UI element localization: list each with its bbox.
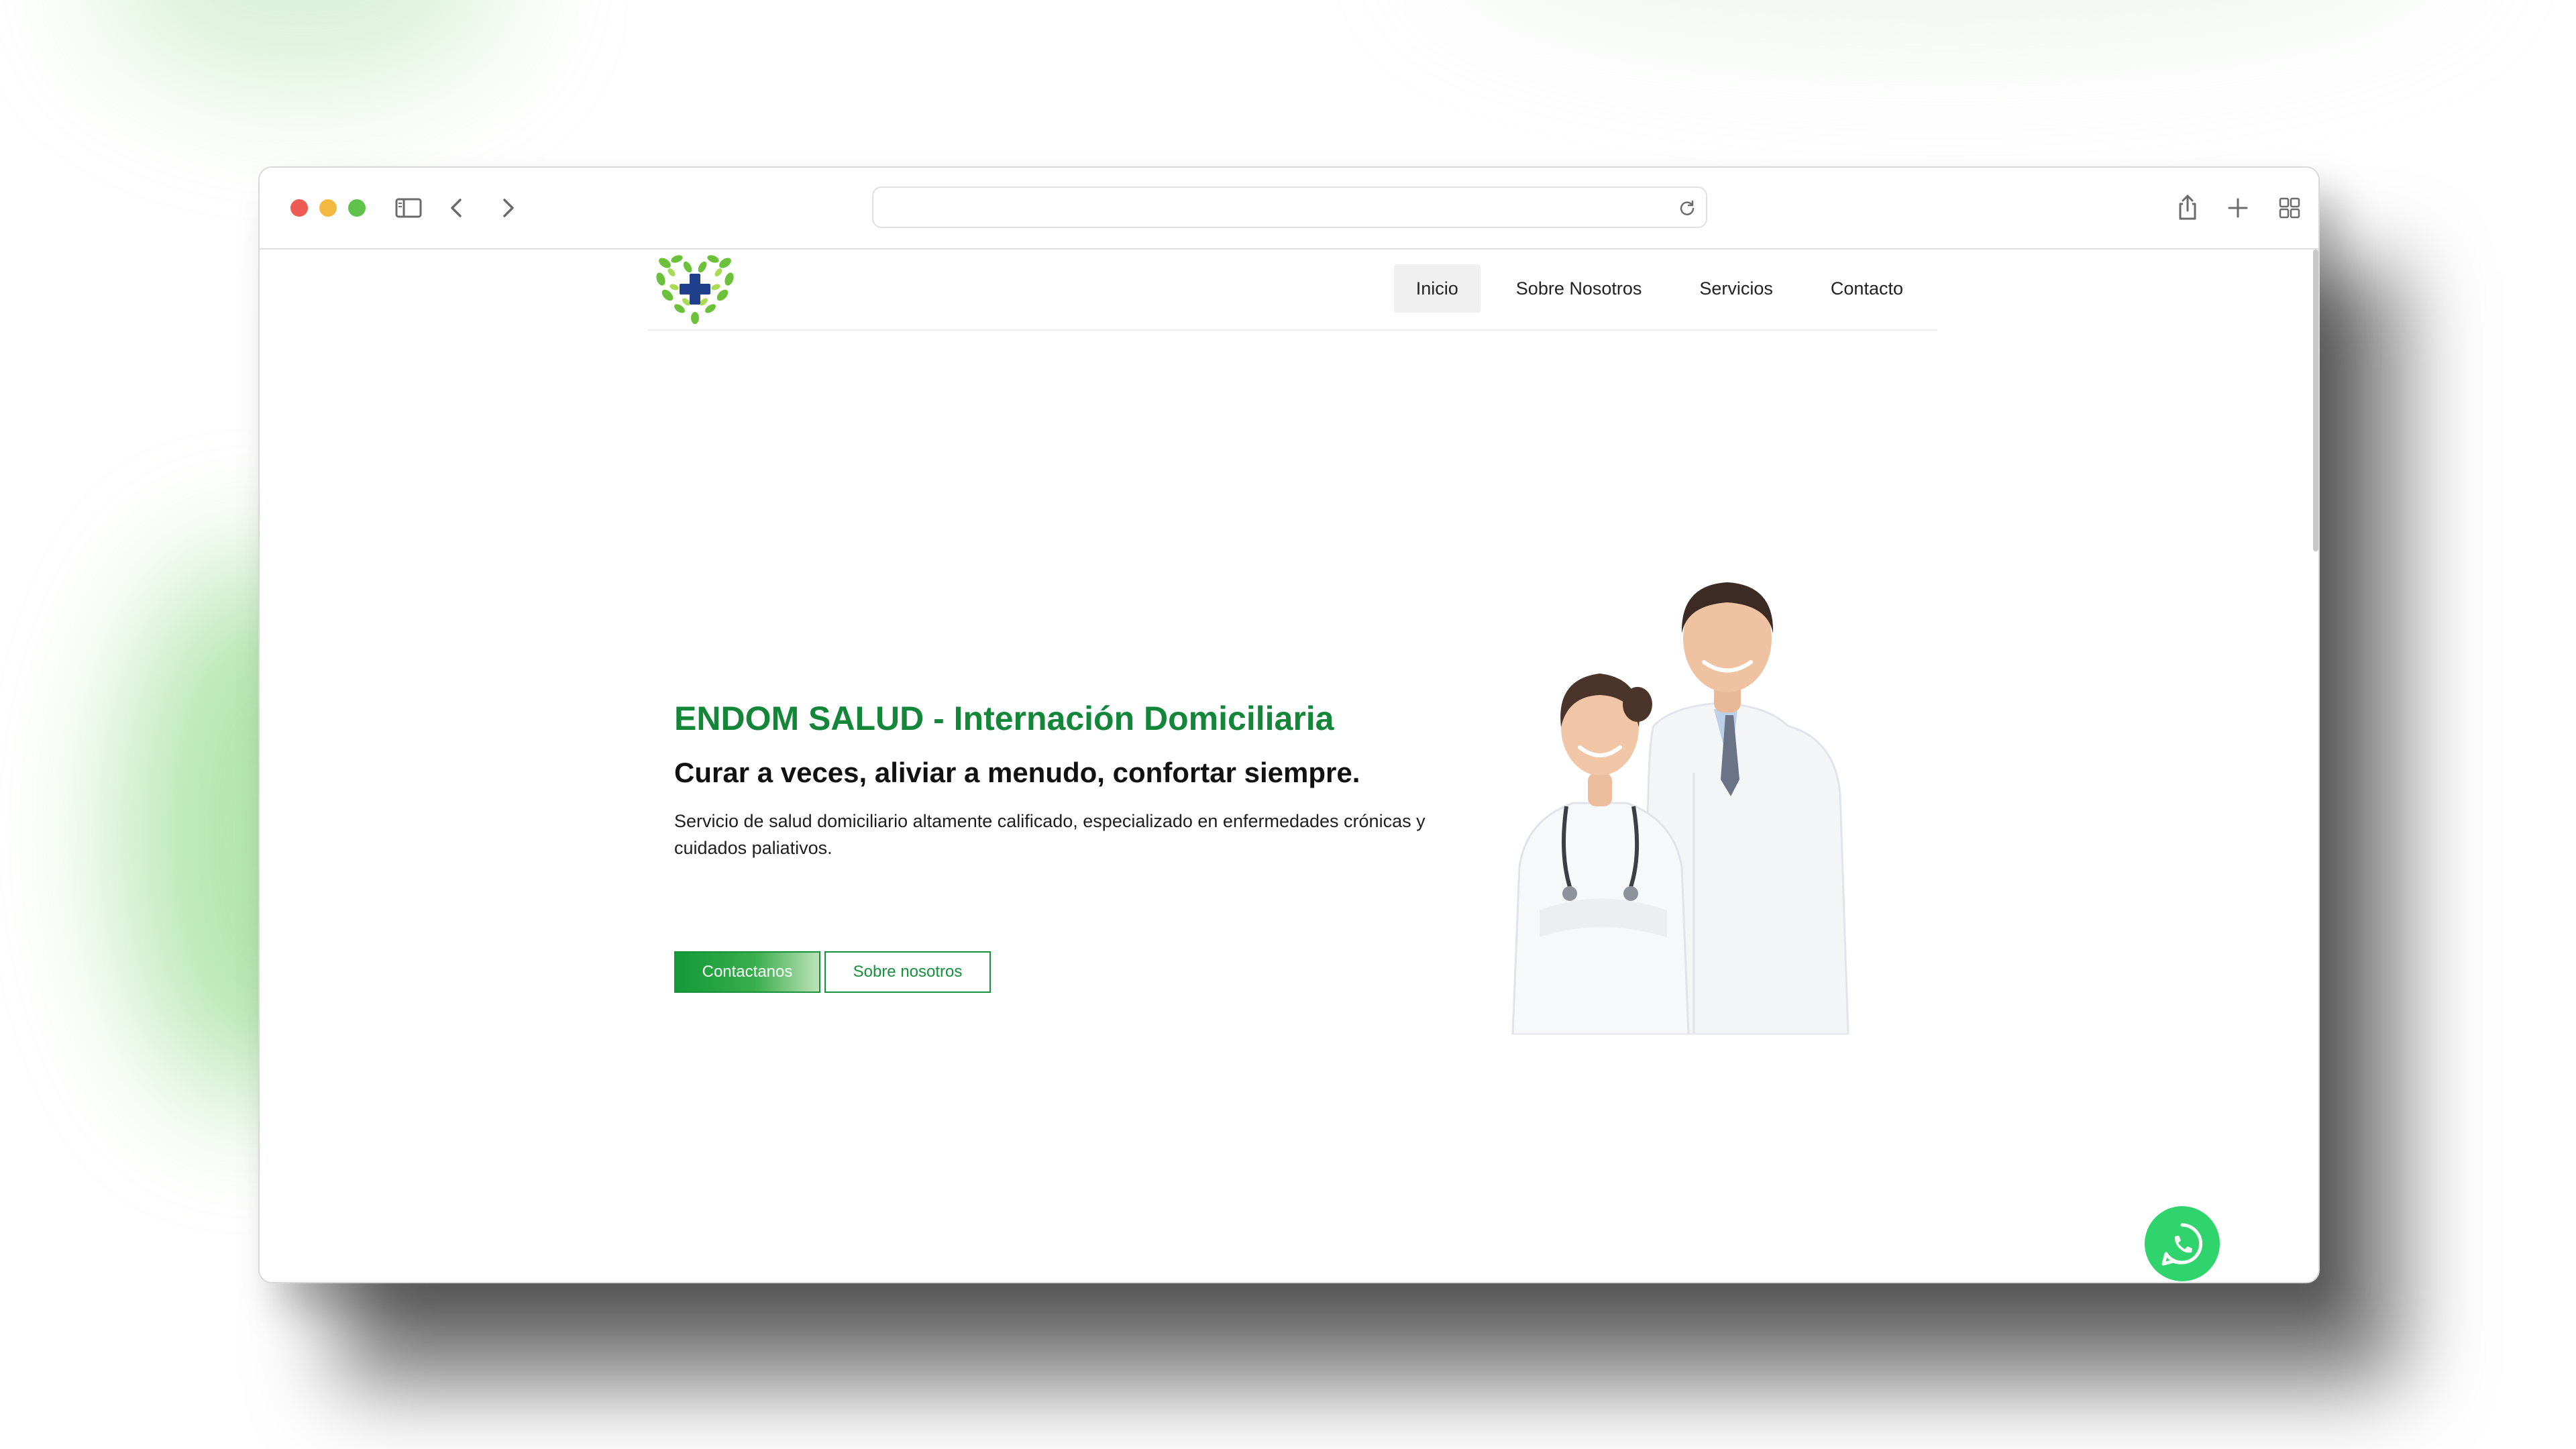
hero-buttons: Contactanos Sobre nosotros (674, 951, 991, 993)
address-bar[interactable] (872, 186, 1707, 228)
hero-title: ENDOM SALUD - Internación Domiciliaria (674, 700, 1334, 737)
main-nav: Inicio Sobre Nosotros Servicios Contacto (1393, 264, 1925, 313)
hero-subtitle: Curar a veces, aliviar a menudo, confort… (674, 757, 1360, 788)
hero-section: ENDOM SALUD - Internación Domiciliaria C… (674, 699, 1446, 993)
logo[interactable] (653, 251, 737, 325)
nav-item-servicios[interactable]: Servicios (1677, 264, 1795, 313)
minimize-window-button[interactable] (319, 199, 337, 217)
browser-window: Inicio Sobre Nosotros Servicios Contacto… (258, 166, 2320, 1283)
hero-description: Servicio de salud domiciliario altamente… (674, 811, 1426, 858)
nav-item-sobre-nosotros[interactable]: Sobre Nosotros (1494, 264, 1664, 313)
web-page: Inicio Sobre Nosotros Servicios Contacto… (260, 250, 2318, 1282)
browser-toolbar (260, 168, 2318, 250)
nav-item-inicio[interactable]: Inicio (1393, 264, 1481, 313)
scrollbar[interactable] (2313, 250, 2318, 551)
maximize-window-button[interactable] (348, 199, 366, 217)
reload-icon[interactable] (1678, 199, 1697, 217)
whatsapp-icon (2161, 1223, 2203, 1266)
doctors-photo (1472, 572, 1942, 1034)
close-window-button[interactable] (290, 199, 308, 217)
whatsapp-button[interactable] (2145, 1206, 2220, 1281)
tab-overview-icon[interactable] (2275, 193, 2304, 223)
nav-item-contacto[interactable]: Contacto (1809, 264, 1925, 313)
share-icon[interactable] (2173, 193, 2202, 223)
site-header: Inicio Sobre Nosotros Servicios Contacto (647, 250, 1937, 331)
background-glow (1442, 0, 2449, 40)
sidebar-icon[interactable] (394, 193, 423, 223)
new-tab-icon[interactable] (2223, 193, 2253, 223)
forward-icon[interactable] (493, 193, 523, 223)
about-button[interactable]: Sobre nosotros (824, 951, 991, 993)
contact-button[interactable]: Contactanos (674, 951, 820, 993)
background-glow (94, 0, 510, 94)
back-icon[interactable] (442, 193, 472, 223)
